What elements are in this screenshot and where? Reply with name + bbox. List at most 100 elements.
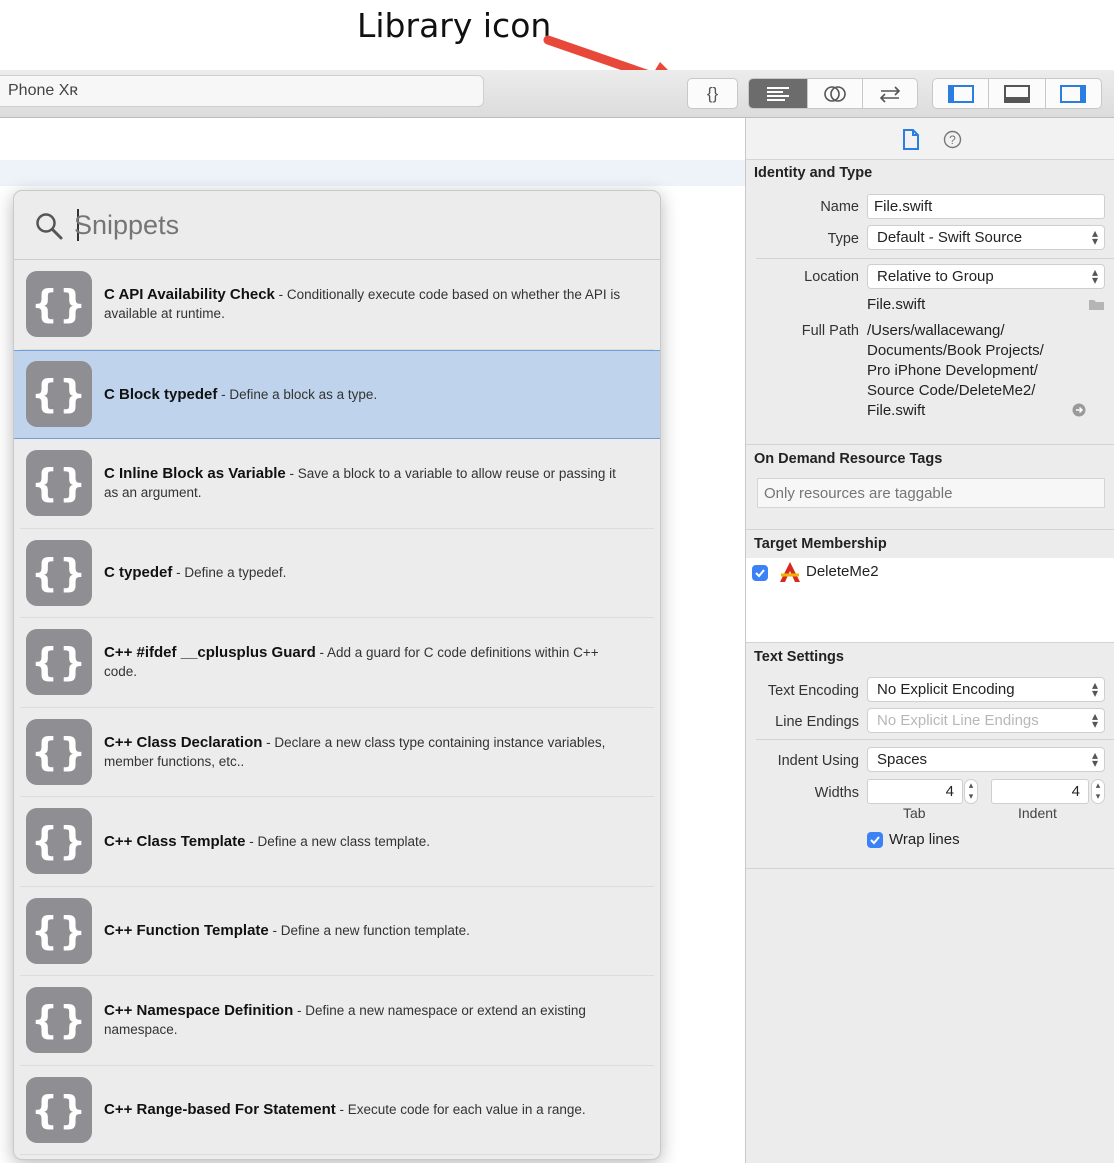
snippet-title: C Inline Block as Variable	[104, 465, 286, 483]
fullpath-line: File.swift	[867, 402, 926, 419]
navigator-toggle-button[interactable]	[933, 79, 990, 108]
scheme-selector[interactable]: Phone Xʀ	[0, 75, 484, 107]
wrap-lines-checkbox[interactable]	[867, 832, 883, 848]
snippet-title: C++ Class Template	[104, 832, 246, 850]
snippet-item[interactable]: {} C Block typedef - Define a block as a …	[14, 349, 660, 439]
code-snippet-icon: {}	[26, 1076, 92, 1143]
fullpath-line: Documents/Book Projects/	[867, 342, 1044, 359]
snippet-list: {} C API Availability Check - Conditional…	[14, 260, 660, 1155]
popup-chevron-icon: ▴ ▾	[1091, 226, 1098, 248]
snippet-item[interactable]: {} C Inline Block as Variable - Save a bl…	[20, 439, 654, 529]
popup-chevron-icon: ▴ ▾	[1091, 748, 1098, 770]
location-file: File.swift	[867, 296, 926, 313]
code-snippet-icon: {}	[26, 450, 92, 517]
divider	[746, 642, 1114, 643]
indent-using-label: Indent Using	[777, 753, 859, 769]
library-button[interactable]: {}	[687, 78, 738, 109]
name-field[interactable]: File.swift	[867, 194, 1105, 219]
bottom-panel-icon	[1003, 84, 1030, 103]
snippet-item[interactable]: {} C++ #ifdef __cplusplus Guard - Add a g…	[20, 618, 654, 708]
snippet-description: - Define a new class template.	[245, 833, 431, 849]
tags-input[interactable]	[757, 478, 1105, 508]
indent-caption: Indent	[1018, 805, 1057, 821]
name-label: Name	[820, 199, 859, 215]
location-popup[interactable]: Relative to Group ▴ ▾	[867, 264, 1105, 289]
tab-width-stepper[interactable]: ▴ ▾	[964, 779, 978, 804]
code-snippet-icon: {}	[26, 361, 92, 428]
inspector-tab-bar: ?	[746, 118, 1114, 160]
identity-section-title: Identity and Type	[754, 165, 873, 181]
snippet-item[interactable]: {} C typedef - Define a typedef.	[20, 529, 654, 618]
encoding-label: Text Encoding	[767, 683, 859, 699]
location-value: Relative to Group	[877, 268, 994, 285]
popup-chevron-icon: ▴ ▾	[1091, 678, 1098, 700]
target-checkbox[interactable]	[752, 565, 768, 581]
indent-width-field[interactable]: 4	[991, 779, 1089, 804]
code-snippet-icon: {}	[26, 987, 92, 1054]
checkmark-icon	[755, 569, 765, 578]
snippet-item[interactable]: {} C++ Namespace Definition - Define a ne…	[20, 976, 654, 1066]
debug-toggle-button[interactable]	[989, 79, 1046, 108]
snippet-item[interactable]: {} C++ Class Declaration - Declare a new …	[20, 708, 654, 797]
indent-using-value: Spaces	[877, 751, 928, 768]
file-inspector: ? Identity and Type Name File.swift Type…	[745, 118, 1114, 1163]
toolbar: Phone Xʀ {}	[0, 70, 1114, 118]
encoding-value: No Explicit Encoding	[877, 681, 1015, 698]
library-search-input[interactable]	[74, 204, 634, 246]
snippet-item[interactable]: {} C++ Range-based For Statement - Execut…	[20, 1066, 654, 1155]
code-snippet-icon: {}	[26, 629, 92, 696]
library-search-bar	[14, 191, 660, 260]
location-label: Location	[804, 269, 859, 285]
divider	[746, 529, 1114, 530]
file-inspector-tab-icon[interactable]	[902, 129, 920, 150]
reveal-arrow-icon[interactable]	[1072, 403, 1086, 417]
snippet-title: C Block typedef	[104, 385, 218, 403]
divider	[756, 258, 1114, 259]
panel-toggle-segment	[932, 78, 1102, 109]
snippet-description: - Define a block as a type.	[217, 386, 378, 402]
target-name: DeleteMe2	[806, 563, 879, 580]
snippet-item[interactable]: {} C++ Class Template - Define a new clas…	[20, 797, 654, 887]
help-inspector-tab-icon[interactable]: ?	[943, 130, 962, 149]
snippet-text: C API Availability Check - Conditionally…	[104, 285, 654, 323]
tab-caption: Tab	[903, 805, 926, 821]
current-line-highlight	[0, 160, 745, 186]
indent-using-popup[interactable]: Spaces ▴ ▾	[867, 747, 1105, 772]
line-endings-popup[interactable]: No Explicit Line Endings ▴ ▾	[867, 708, 1105, 733]
fullpath-label: Full Path	[801, 323, 859, 339]
tab-width-field[interactable]: 4	[867, 779, 963, 804]
snippet-title: C++ Namespace Definition	[104, 1002, 294, 1020]
assistant-editor-button[interactable]	[808, 79, 863, 108]
fullpath-value: /Users/wallacewang/ Documents/Book Proje…	[867, 321, 1044, 421]
snippet-item[interactable]: {} C API Availability Check - Conditional…	[20, 260, 654, 350]
library-popup: {} C API Availability Check - Conditional…	[13, 190, 661, 1160]
snippet-title: C++ Class Declaration	[104, 733, 263, 751]
library-icon: {}	[706, 83, 719, 103]
left-panel-icon	[947, 84, 974, 103]
target-section-title: Target Membership	[754, 536, 887, 552]
popup-chevron-icon: ▴ ▾	[1091, 709, 1098, 731]
text-settings-section-title: Text Settings	[754, 649, 844, 665]
standard-editor-button[interactable]	[749, 79, 809, 108]
snippet-text: C++ Namespace Definition - Define a new …	[104, 1001, 654, 1039]
snippet-text: C++ #ifdef __cplusplus Guard - Add a gua…	[104, 643, 654, 681]
indent-width-stepper[interactable]: ▴ ▾	[1091, 779, 1105, 804]
type-label: Type	[827, 231, 859, 247]
fullpath-line: Pro iPhone Development/	[867, 362, 1038, 379]
folder-icon[interactable]	[1088, 298, 1105, 311]
checkmark-icon	[870, 836, 880, 845]
line-endings-label: Line Endings	[775, 714, 859, 730]
divider	[746, 444, 1114, 445]
code-snippet-icon: {}	[26, 897, 92, 964]
snippet-item[interactable]: {} C++ Function Template - Define a new f…	[20, 887, 654, 976]
encoding-popup[interactable]: No Explicit Encoding ▴ ▾	[867, 677, 1105, 702]
swap-arrows-icon	[879, 85, 900, 103]
type-popup[interactable]: Default - Swift Source ▴ ▾	[867, 225, 1105, 250]
snippet-text: C++ Function Template - Define a new fun…	[104, 921, 494, 940]
inspector-toggle-button[interactable]	[1046, 79, 1101, 108]
fullpath-line: Source Code/DeleteMe2/	[867, 382, 1036, 399]
version-editor-button[interactable]	[863, 79, 917, 108]
code-snippet-icon: {}	[26, 718, 92, 785]
snippet-title: C++ Range-based For Statement	[104, 1101, 336, 1119]
snippet-text: C++ Range-based For Statement - Execute …	[104, 1100, 610, 1119]
